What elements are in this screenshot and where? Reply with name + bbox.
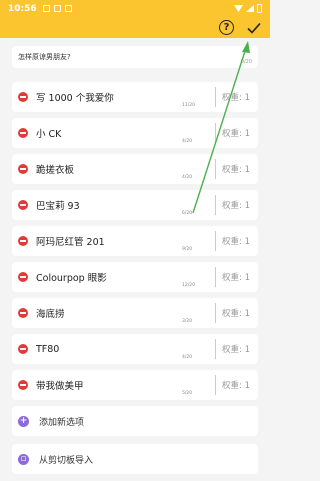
- remove-option-icon[interactable]: [18, 164, 28, 174]
- option-text[interactable]: 小 CK: [36, 126, 215, 140]
- remove-option-icon[interactable]: [18, 272, 28, 282]
- option-text[interactable]: 带我做美甲: [36, 378, 215, 392]
- option-char-counter: 4/20: [182, 175, 193, 180]
- weight-field[interactable]: 权重: 1: [222, 163, 250, 175]
- option-row[interactable]: TF80 4/20 权重: 1: [12, 334, 258, 364]
- option-char-counter: 12/20: [182, 283, 195, 288]
- option-text[interactable]: 阿玛尼红管 201: [36, 234, 215, 248]
- notification-icon: [53, 5, 61, 12]
- divider: [215, 267, 217, 287]
- option-row[interactable]: 巴宝莉 93 6/20 权重: 1: [12, 190, 258, 220]
- signal-icon: [246, 5, 254, 12]
- weight-field[interactable]: 权重: 1: [222, 271, 250, 283]
- weight-field[interactable]: 权重: 1: [222, 91, 250, 103]
- check-icon[interactable]: [246, 20, 262, 36]
- notification-icon: [64, 5, 72, 12]
- option-text[interactable]: 海底捞: [36, 306, 215, 320]
- add-option-label: 添加新选项: [39, 417, 85, 428]
- help-icon[interactable]: ?: [219, 20, 234, 35]
- weight-field[interactable]: 权重: 1: [222, 235, 250, 247]
- status-bar: 10:56: [0, 0, 270, 17]
- weight-field[interactable]: 权重: 1: [222, 343, 250, 355]
- option-char-counter: 9/20: [182, 247, 193, 252]
- remove-option-icon[interactable]: [18, 380, 28, 390]
- remove-option-icon[interactable]: [18, 308, 28, 318]
- option-row[interactable]: 带我做美甲 5/20 权重: 1: [12, 370, 258, 400]
- divider: [215, 375, 217, 395]
- add-option-button[interactable]: + 添加新选项: [12, 406, 258, 436]
- option-row[interactable]: 小 CK 4/20 权重: 1: [12, 118, 258, 148]
- weight-field[interactable]: 权重: 1: [222, 127, 250, 139]
- option-row[interactable]: 海底捞 3/20 权重: 1: [12, 298, 258, 328]
- question-input[interactable]: 怎样原谅男朋友? 0/20: [12, 46, 258, 68]
- option-row[interactable]: 阿玛尼红管 201 9/20 权重: 1: [12, 226, 258, 256]
- divider: [215, 87, 217, 107]
- divider: [215, 123, 217, 143]
- option-text[interactable]: TF80: [36, 344, 215, 355]
- remove-option-icon[interactable]: [18, 236, 28, 246]
- notification-icon: [42, 5, 50, 12]
- battery-icon: [257, 4, 262, 13]
- option-text[interactable]: Colourpop 眼影: [36, 270, 215, 284]
- divider: [215, 195, 217, 215]
- import-clipboard-button[interactable]: ▫ 从剪切板导入: [12, 444, 258, 474]
- option-char-counter: 5/20: [182, 391, 193, 396]
- weight-field[interactable]: 权重: 1: [222, 379, 250, 391]
- divider: [215, 339, 217, 359]
- notification-icons: [42, 5, 72, 12]
- toolbar: ?: [0, 17, 270, 38]
- system-icons: [234, 4, 262, 13]
- option-char-counter: 3/20: [182, 319, 193, 324]
- option-char-counter: 4/20: [182, 139, 193, 144]
- question-text: 怎样原谅男朋友?: [18, 53, 71, 61]
- option-text[interactable]: 写 1000 个我爱你: [36, 90, 215, 104]
- weight-field[interactable]: 权重: 1: [222, 307, 250, 319]
- option-row[interactable]: 写 1000 个我爱你 11/20 权重: 1: [12, 82, 258, 112]
- options-list: 写 1000 个我爱你 11/20 权重: 1小 CK 4/20 权重: 1 跪搓衣板 4/…: [12, 82, 258, 400]
- option-char-counter: 4/20: [182, 355, 193, 360]
- status-time: 10:56: [8, 3, 37, 14]
- option-row[interactable]: 跪搓衣板 4/20 权重: 1: [12, 154, 258, 184]
- plus-icon: +: [18, 415, 29, 427]
- divider: [215, 159, 217, 179]
- option-row[interactable]: Colourpop 眼影 12/20 权重: 1: [12, 262, 258, 292]
- remove-option-icon[interactable]: [18, 200, 28, 210]
- remove-option-icon[interactable]: [18, 344, 28, 354]
- option-char-counter: 11/20: [182, 103, 195, 108]
- weight-field[interactable]: 权重: 1: [222, 199, 250, 211]
- char-counter: 0/20: [240, 59, 252, 65]
- divider: [215, 303, 217, 323]
- divider: [215, 231, 217, 251]
- main-content: 怎样原谅男朋友? 0/20 写 1000 个我爱你 11/20 权重: 1小 CK 4…: [0, 38, 270, 474]
- remove-option-icon[interactable]: [18, 92, 28, 102]
- clipboard-icon: ▫: [18, 453, 29, 465]
- option-text[interactable]: 跪搓衣板: [36, 162, 215, 176]
- remove-option-icon[interactable]: [18, 128, 28, 138]
- import-clipboard-label: 从剪切板导入: [39, 455, 94, 466]
- option-text[interactable]: 巴宝莉 93: [36, 198, 215, 212]
- option-char-counter: 6/20: [182, 211, 193, 216]
- wifi-icon: [234, 5, 243, 12]
